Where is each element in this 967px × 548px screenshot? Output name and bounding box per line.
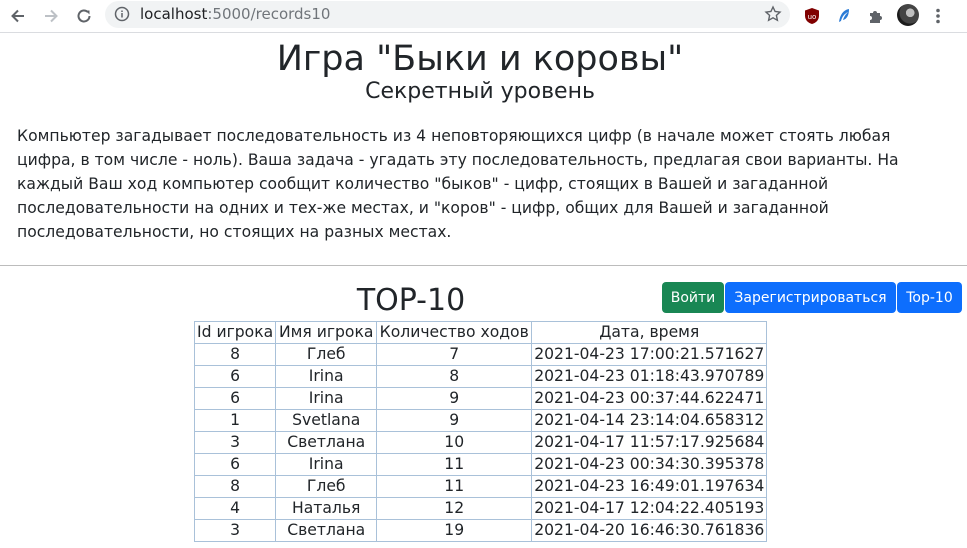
browser-toolbar: localhost:5000/records10 uo [0, 0, 967, 33]
datetime-cell: 2021-04-23 01:18:43.970789 [531, 365, 768, 388]
url-path: :5000/records10 [207, 5, 331, 23]
game-rules-text: Компьютер загадывает последовательность … [17, 127, 899, 241]
url-text: localhost:5000/records10 [140, 6, 330, 23]
table-row: 1 Svetlana 9 2021-04-14 23:14:04.658312 [193, 409, 768, 432]
moves-count-cell: 9 [376, 387, 533, 410]
puzzle-extensions-icon[interactable] [864, 4, 888, 28]
moves-count-cell: 7 [376, 343, 533, 366]
table-row: 3 Светлана 10 2021-04-17 11:57:17.925684 [193, 431, 768, 454]
player-name-cell: Irina [275, 453, 378, 476]
divider [0, 265, 967, 266]
player-name-cell: Светлана [275, 431, 378, 454]
player-id-cell: 8 [193, 475, 277, 498]
column-header-id: Id игрока [193, 321, 277, 344]
player-id-cell: 4 [193, 497, 277, 520]
datetime-cell: 2021-04-23 16:49:01.197634 [531, 475, 768, 498]
profile-avatar[interactable] [897, 4, 919, 26]
datetime-cell: 2021-04-17 11:57:17.925684 [531, 431, 768, 454]
column-header-datetime: Дата, время [531, 321, 768, 344]
forward-arrow-icon [45, 9, 58, 23]
player-name-cell: Svetlana [275, 409, 378, 432]
player-id-cell: 3 [193, 431, 277, 454]
datetime-cell: 2021-04-23 17:00:21.571627 [531, 343, 768, 366]
column-header-moves: Количество ходов [376, 321, 533, 344]
register-button[interactable]: Зарегистрироваться [725, 282, 896, 313]
table-row: 8 Глеб 7 2021-04-23 17:00:21.571627 [193, 343, 768, 366]
back-arrow-icon [11, 9, 24, 23]
table-row: 4 Наталья 12 2021-04-17 12:04:22.405193 [193, 497, 768, 520]
player-id-cell: 6 [193, 387, 277, 410]
datetime-cell: 2021-04-20 16:46:30.761836 [531, 519, 768, 542]
table-row: 6 Irina 11 2021-04-23 00:34:30.395378 [193, 453, 768, 476]
table-row: 6 Irina 8 2021-04-23 01:18:43.970789 [193, 365, 768, 388]
player-id-cell: 3 [193, 519, 277, 542]
table-row: 8 Глеб 11 2021-04-23 16:49:01.197634 [193, 475, 768, 498]
back-button[interactable] [6, 4, 30, 28]
moves-count-cell: 8 [376, 365, 533, 388]
player-id-cell: 1 [193, 409, 277, 432]
url-host: localhost [140, 5, 208, 23]
player-id-cell: 8 [193, 343, 277, 366]
login-button[interactable]: Войти [662, 282, 724, 313]
page-subtitle: Секретный уровень [365, 79, 595, 104]
player-id-cell: 6 [193, 365, 277, 388]
datetime-cell: 2021-04-14 23:14:04.658312 [531, 409, 768, 432]
moves-count-cell: 10 [376, 431, 533, 454]
records-title: TOP-10 [356, 283, 466, 318]
moves-count-cell: 12 [376, 497, 533, 520]
svg-text:uo: uo [808, 13, 817, 21]
top10-button[interactable]: Top-10 [897, 282, 962, 313]
player-name-cell: Irina [275, 387, 378, 410]
records-table: Id игрока Имя игрока Количество ходов Да… [193, 321, 768, 542]
page-title: Игра "Быки и коровы" [276, 39, 684, 79]
player-name-cell: Глеб [275, 343, 378, 366]
player-name-cell: Светлана [275, 519, 378, 542]
moves-count-cell: 19 [376, 519, 533, 542]
datetime-cell: 2021-04-17 12:04:22.405193 [531, 497, 768, 520]
datetime-cell: 2021-04-23 00:34:30.395378 [531, 453, 768, 476]
info-icon[interactable] [114, 6, 130, 22]
moves-count-cell: 9 [376, 409, 533, 432]
forward-button[interactable] [39, 4, 63, 28]
kebab-menu-icon[interactable] [926, 4, 950, 28]
table-header-row: Id игрока Имя игрока Количество ходов Да… [193, 321, 768, 344]
bookmark-star-icon[interactable] [764, 5, 782, 23]
player-name-cell: Наталья [275, 497, 378, 520]
ublock-extension-icon[interactable]: uo [800, 4, 824, 28]
player-id-cell: 6 [193, 453, 277, 476]
reload-button[interactable] [72, 4, 96, 28]
address-bar[interactable]: localhost:5000/records10 [105, 1, 790, 28]
table-row: 6 Irina 9 2021-04-23 00:37:44.622471 [193, 387, 768, 410]
moves-count-cell: 11 [376, 475, 533, 498]
player-name-cell: Irina [275, 365, 378, 388]
column-header-name: Имя игрока [275, 321, 378, 344]
feather-extension-icon[interactable] [832, 4, 856, 28]
moves-count-cell: 11 [376, 453, 533, 476]
datetime-cell: 2021-04-23 00:37:44.622471 [531, 387, 768, 410]
table-row: 3 Светлана 19 2021-04-20 16:46:30.761836 [193, 519, 768, 542]
player-name-cell: Глеб [275, 475, 378, 498]
reload-icon [77, 9, 91, 23]
